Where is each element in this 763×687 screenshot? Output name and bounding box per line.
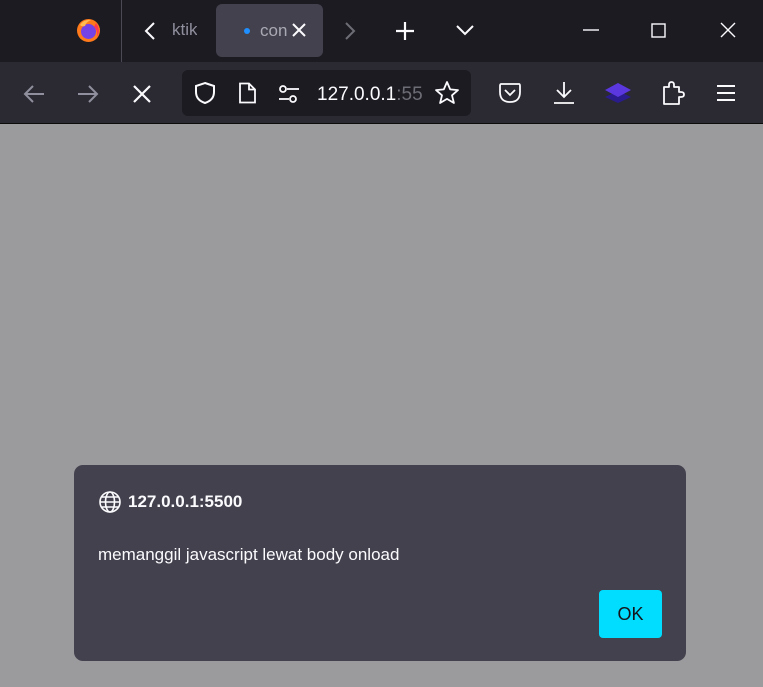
page-icon[interactable]	[237, 82, 257, 104]
maximize-icon[interactable]	[651, 23, 666, 38]
extension-layers-icon[interactable]	[604, 81, 632, 105]
download-icon[interactable]	[552, 80, 576, 106]
tab-separator	[121, 0, 122, 62]
back-icon[interactable]	[22, 83, 46, 105]
permissions-icon[interactable]	[278, 84, 300, 104]
bookmark-star-icon[interactable]	[434, 80, 460, 106]
extensions-icon[interactable]	[661, 80, 685, 106]
tab-label-partial[interactable]: ktik	[172, 20, 197, 40]
url-host: 127.0.0.1	[317, 84, 397, 105]
url-text[interactable]: 127.0.0.1:55	[317, 84, 427, 106]
tab-bar	[0, 0, 763, 62]
new-tab-icon[interactable]	[395, 21, 415, 41]
shield-icon[interactable]	[194, 81, 216, 105]
menu-icon[interactable]	[716, 84, 736, 102]
ok-button[interactable]: OK	[599, 590, 662, 638]
tab-close-icon[interactable]	[291, 22, 307, 38]
globe-icon	[98, 490, 122, 514]
minimize-icon[interactable]	[582, 28, 600, 32]
tab-active-label: con	[260, 21, 288, 40]
forward-icon[interactable]	[76, 83, 100, 105]
pocket-icon[interactable]	[498, 82, 522, 104]
dialog-message: memanggil javascript lewat body onload	[98, 545, 400, 564]
tab-list-icon[interactable]	[455, 23, 475, 37]
tab-scroll-left-icon[interactable]	[143, 21, 157, 41]
dialog-origin: 127.0.0.1:5500	[128, 492, 243, 511]
close-window-icon[interactable]	[720, 22, 736, 38]
firefox-logo-icon[interactable]	[76, 18, 101, 43]
loading-dot-icon	[244, 28, 250, 34]
url-port: :55	[396, 84, 423, 105]
tab-scroll-right-icon[interactable]	[343, 21, 357, 41]
stop-icon[interactable]	[132, 84, 152, 104]
